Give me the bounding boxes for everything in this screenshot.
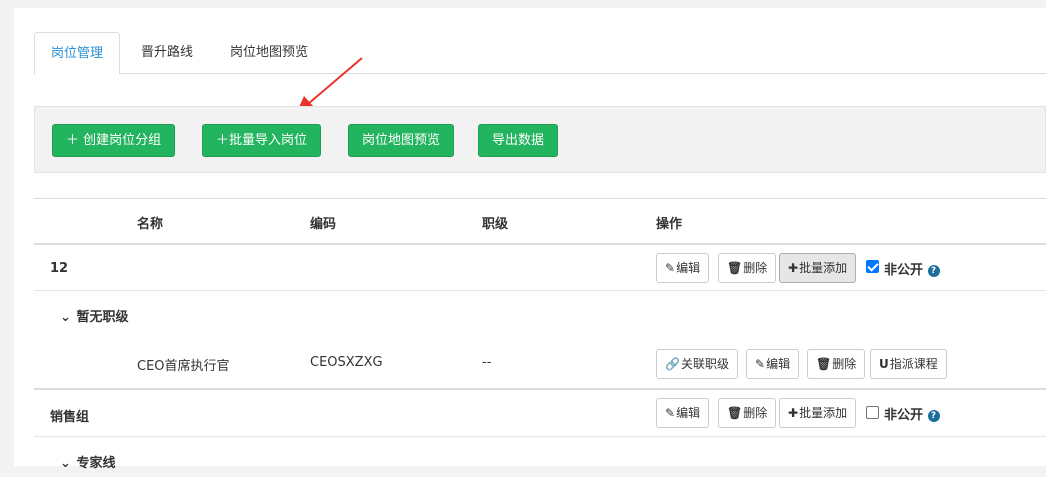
group-batch-add-button[interactable]: ✚批量添加 [779,398,857,428]
group-delete-button[interactable]: 🗑删除 [718,398,777,428]
assign-course-label: 指派课程 [889,357,938,371]
position-code: CEOSXZXG [310,355,383,370]
chevron-down-icon: ⌄ [60,310,71,325]
header-operations: 操作 [656,217,683,232]
position-map-preview-button[interactable]: 岗位地图预览 [348,124,455,157]
group-delete-label: 删除 [743,261,768,275]
trash-icon: 🗑 [816,357,832,371]
group-name: 12 [50,261,69,276]
plus-icon: ✚ [788,261,799,275]
export-data-button[interactable]: 导出数据 [478,124,559,157]
tab-position-management[interactable]: 岗位管理 [34,32,121,75]
magnet-icon: U [879,357,889,371]
group-name: 销售组 [50,410,90,425]
plus-icon: ✚ [788,406,799,420]
assign-course-button[interactable]: U指派课程 [870,349,947,379]
private-label: 非公开 ? [884,404,940,423]
position-delete-button[interactable]: 🗑删除 [807,349,866,379]
group-edit-label: 编辑 [676,261,701,275]
position-edit-button[interactable]: ✎编辑 [746,349,800,379]
group-edit-button[interactable]: ✎编辑 [656,398,710,428]
tab-bar: 岗位管理 晋升路线 岗位地图预览 [34,32,1046,75]
private-checkbox[interactable] [866,406,879,419]
private-label: 非公开 ? [884,259,940,278]
private-checkbox[interactable] [866,260,879,273]
group-row: 销售组 ✎编辑 🗑删除 ✚批量添加 非公开 ? [34,390,1046,437]
header-name: 名称 [137,217,164,232]
position-name: CEO首席执行官 [137,359,230,374]
edit-icon: ✎ [665,406,676,420]
group-batch-add-button[interactable]: ✚批量添加 [779,253,857,283]
subgroup-name: 暂无职级 [76,310,129,325]
chevron-down-icon: ⌄ [60,456,71,471]
subgroup-toggle[interactable]: ⌄ 暂无职级 [60,306,128,325]
edit-icon: ✎ [755,357,766,371]
trash-icon: 🗑 [727,406,743,420]
batch-import-positions-button[interactable]: ＋批量导入岗位 [202,124,322,157]
group-row: 12 ✎编辑 🗑删除 ✚批量添加 非公开 ? [34,245,1046,291]
header-level: 职级 [482,217,509,232]
question-circle-icon[interactable]: ? [927,410,940,422]
edit-icon: ✎ [665,261,676,275]
group-delete-button[interactable]: 🗑删除 [718,253,777,283]
toolbar: ＋ 创建岗位分组 ＋批量导入岗位 岗位地图预览 导出数据 [34,106,1046,173]
trash-icon: 🗑 [727,261,743,275]
subgroup-name: 专家线 [76,456,116,471]
group-edit-label: 编辑 [676,406,701,420]
subgroup-row: ⌄ 暂无职级 [34,291,1046,337]
subgroup-toggle[interactable]: ⌄ 专家线 [60,452,115,471]
tab-promotion-route[interactable]: 晋升路线 [125,32,209,74]
link-level-label: 关联职级 [680,357,729,371]
header-code: 编码 [310,217,337,232]
position-edit-label: 编辑 [766,357,791,371]
group-edit-button[interactable]: ✎编辑 [656,253,710,283]
group-batch-add-label: 批量添加 [799,406,848,420]
group-delete-label: 删除 [743,406,768,420]
create-position-group-button[interactable]: ＋ 创建岗位分组 [52,124,176,157]
position-row: CEO首席执行官 CEOSXZXG -- 🔗关联职级 ✎编辑 🗑删除 U指派课程 [34,337,1046,390]
page: 岗位管理 晋升路线 岗位地图预览 ＋ 创建岗位分组 ＋批量导入岗位 岗位地图预览… [14,8,1046,471]
link-icon: 🔗 [665,357,680,371]
position-level: -- [482,355,492,370]
link-level-button[interactable]: 🔗关联职级 [656,349,738,379]
question-circle-icon[interactable]: ? [927,265,940,277]
position-delete-label: 删除 [832,357,857,371]
subgroup-row: ⌄ 专家线 [34,437,1046,477]
group-batch-add-label: 批量添加 [799,261,848,275]
table-header: 名称 编码 职级 操作 [34,198,1046,245]
